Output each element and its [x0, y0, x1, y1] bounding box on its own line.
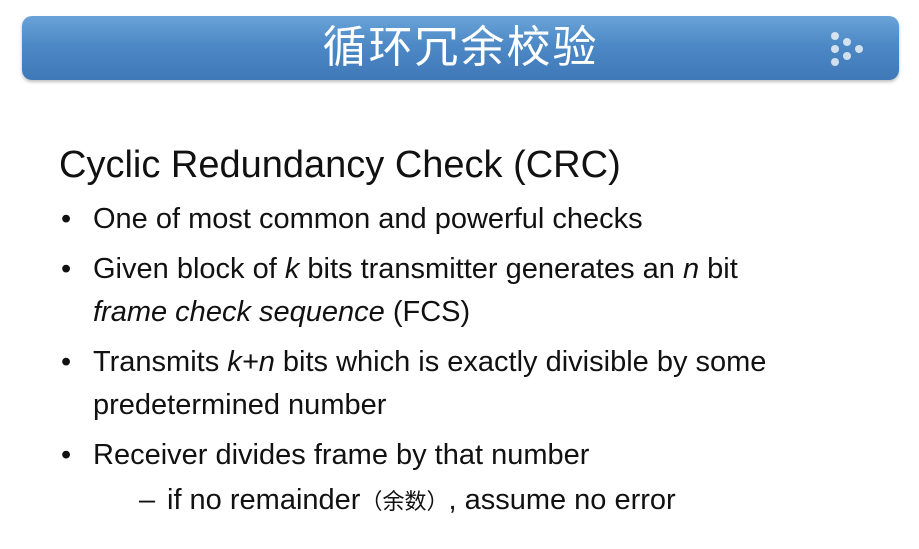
bullet-text: Receiver divides frame by that number — [93, 439, 590, 471]
bullet-item: • One of most common and powerful checks — [59, 198, 889, 241]
sub-bullet-text: , assume no error — [448, 484, 676, 516]
bullet-marker: • — [61, 439, 72, 471]
bullet-text-italic: n — [682, 253, 700, 285]
bullet-marker: • — [61, 253, 72, 285]
bullet-text-italic: k+n — [227, 346, 275, 378]
bullet-marker: • — [61, 346, 72, 378]
sub-bullet-text: if no remainder — [167, 484, 361, 516]
bullet-text: One of most common and powerful checks — [93, 203, 643, 235]
bullet-list: • One of most common and powerful checks… — [59, 198, 889, 531]
bullet-text: predetermined number — [93, 389, 387, 421]
bullet-text: bits transmitter generates an — [299, 253, 683, 285]
bullet-marker: • — [61, 203, 72, 235]
slide-title: 循环冗余校验 — [322, 22, 599, 73]
bullet-text: Transmits — [93, 346, 228, 378]
bullet-text: bit — [699, 253, 738, 285]
sub-bullet-item: – if no remainder（余数）, assume no error — [93, 479, 889, 524]
sub-bullet-text-cn: （余数） — [360, 490, 449, 515]
bullet-text-italic: k — [284, 253, 300, 285]
slide-heading: Cyclic Redundancy Check (CRC) — [59, 144, 621, 186]
sub-bullet-marker: – — [139, 484, 156, 516]
bullet-text-italic: frame check sequence — [93, 296, 385, 328]
dots-decoration-icon — [829, 30, 865, 68]
bullet-item: • Given block of k bits transmitter gene… — [59, 248, 889, 334]
bullet-item: • Transmits k+n bits which is exactly di… — [59, 341, 889, 427]
bullet-text: (FCS) — [384, 296, 471, 328]
bullet-item: • Receiver divides frame by that number … — [59, 434, 889, 524]
title-banner: 循环冗余校验 — [22, 16, 899, 80]
bullet-text: Given block of — [93, 253, 285, 285]
bullet-text: bits which is exactly divisible by some — [274, 346, 767, 378]
